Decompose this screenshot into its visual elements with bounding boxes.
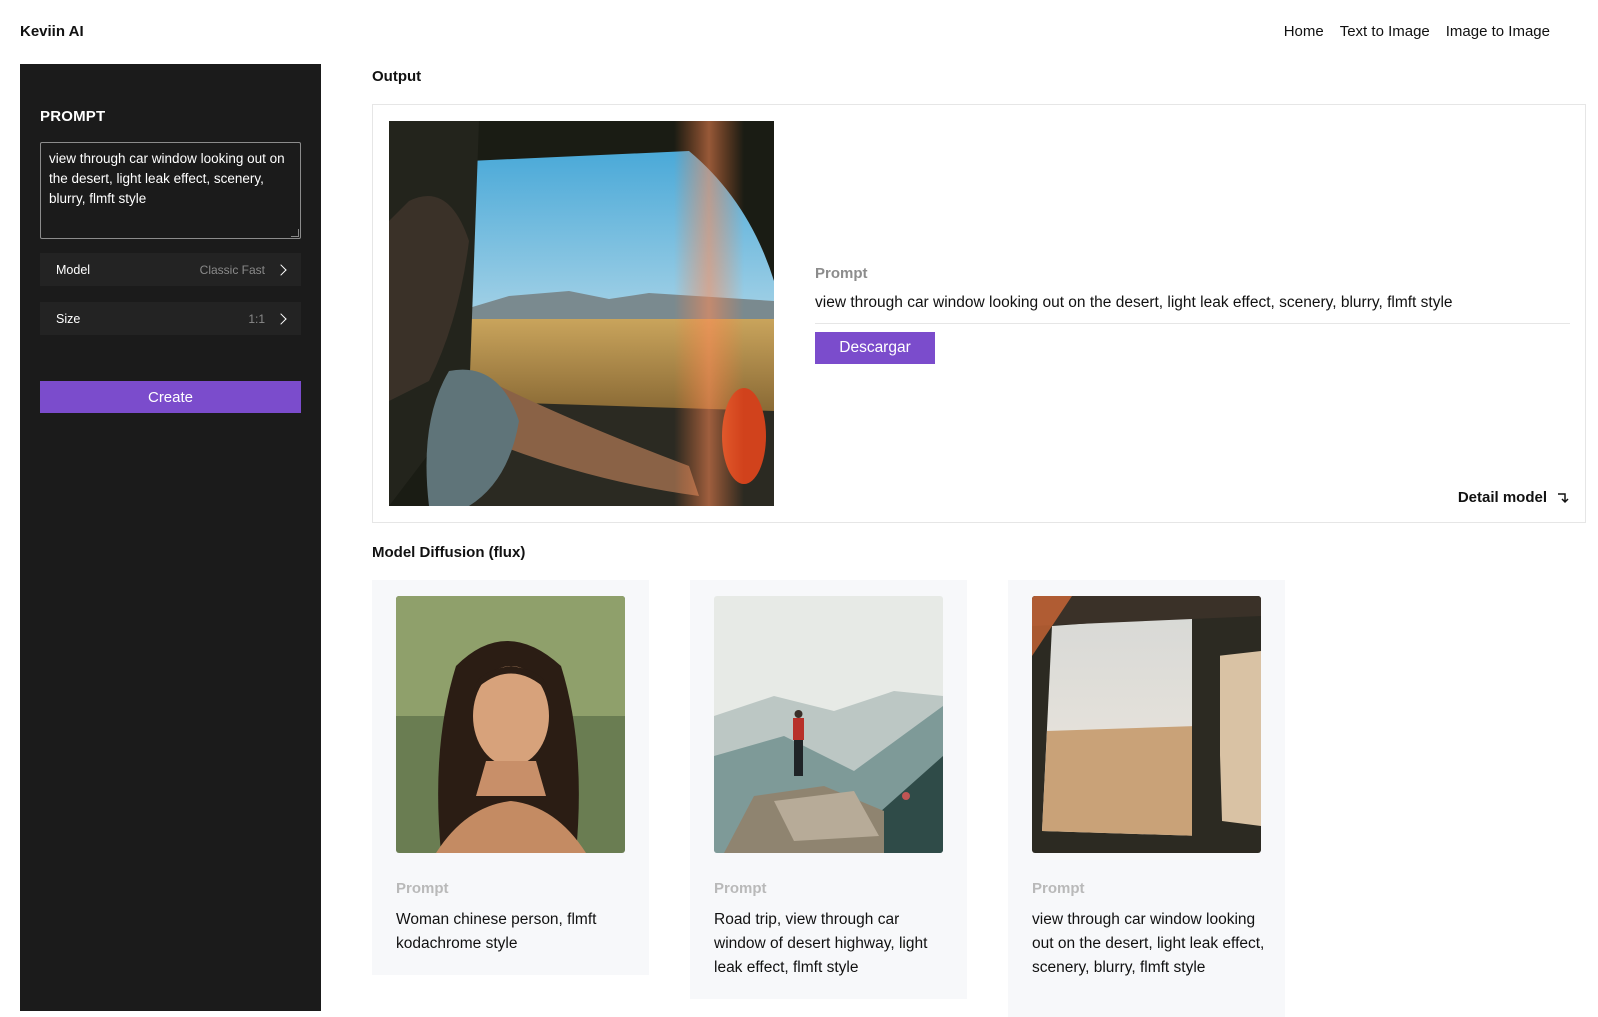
prompt-input[interactable]: view through car window looking out on t… bbox=[40, 142, 301, 239]
gallery-prompt-text: view through car window looking out on t… bbox=[1032, 911, 1265, 976]
prompt-heading: PROMPT bbox=[40, 108, 106, 125]
brand-logo[interactable]: Keviin AI bbox=[20, 23, 84, 40]
output-prompt-label: Prompt bbox=[815, 265, 868, 282]
gallery-card[interactable]: Prompt view through car window looking o… bbox=[1008, 580, 1285, 1017]
detail-model-label: Detail model bbox=[1457, 489, 1547, 506]
nav-home[interactable]: Home bbox=[1284, 23, 1324, 40]
gallery-caption: Prompt Road trip, view through car windo… bbox=[714, 880, 948, 980]
download-button[interactable]: Descargar bbox=[815, 332, 935, 364]
size-selector[interactable]: Size 1:1 bbox=[40, 302, 301, 335]
main-nav: Home Text to Image Image to Image bbox=[1284, 23, 1550, 40]
gallery-image-car-window[interactable] bbox=[1032, 596, 1261, 853]
model-value: Classic Fast bbox=[199, 262, 265, 277]
sidebar: PROMPT view through car window looking o… bbox=[20, 64, 321, 1011]
detail-model-link[interactable]: Detail model bbox=[1458, 489, 1569, 506]
chevron-right-icon bbox=[275, 263, 287, 276]
gallery-prompt-text: Woman chinese person, flmft kodachrome s… bbox=[396, 911, 597, 952]
top-bar: Keviin AI Home Text to Image Image to Im… bbox=[0, 0, 1598, 64]
nav-text-to-image[interactable]: Text to Image bbox=[1340, 23, 1430, 40]
gallery-caption: Prompt view through car window looking o… bbox=[1032, 880, 1266, 980]
resize-handle-icon[interactable] bbox=[291, 229, 299, 237]
output-info: Prompt view through car window looking o… bbox=[815, 265, 1570, 364]
gallery-prompt-label: Prompt bbox=[1032, 880, 1085, 897]
create-button[interactable]: Create bbox=[40, 381, 301, 413]
chevron-right-icon bbox=[275, 312, 287, 325]
model-selector[interactable]: Model Classic Fast bbox=[40, 253, 301, 286]
gallery-caption: Prompt Woman chinese person, flmft kodac… bbox=[396, 880, 630, 956]
gallery-prompt-text: Road trip, view through car window of de… bbox=[714, 911, 928, 976]
gallery-card[interactable]: Prompt Woman chinese person, flmft kodac… bbox=[372, 580, 649, 975]
gallery-prompt-label: Prompt bbox=[396, 880, 449, 897]
size-value: 1:1 bbox=[248, 311, 265, 326]
nav-image-to-image[interactable]: Image to Image bbox=[1446, 23, 1550, 40]
model-label: Model bbox=[56, 262, 91, 277]
output-prompt-text: view through car window looking out on t… bbox=[815, 294, 1570, 324]
arrow-turn-down-icon bbox=[1558, 492, 1569, 503]
gallery-title: Model Diffusion (flux) bbox=[372, 544, 526, 561]
gallery-card[interactable]: Prompt Road trip, view through car windo… bbox=[690, 580, 967, 999]
gallery-image-portrait[interactable] bbox=[396, 596, 625, 853]
size-label: Size bbox=[56, 311, 81, 326]
output-title: Output bbox=[372, 68, 422, 85]
output-image[interactable] bbox=[389, 121, 774, 506]
gallery-prompt-label: Prompt bbox=[714, 880, 767, 897]
output-card: Prompt view through car window looking o… bbox=[372, 104, 1586, 523]
gallery-image-mountain[interactable] bbox=[714, 596, 943, 853]
